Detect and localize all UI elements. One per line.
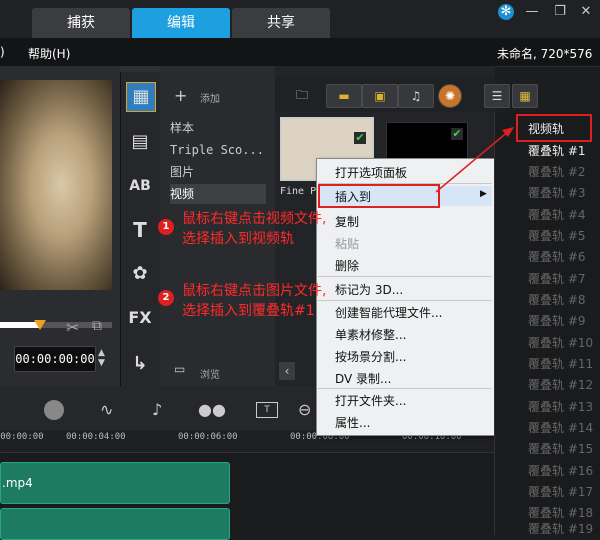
menu-item-mark-3d[interactable]: 标记为 3D... (335, 281, 403, 298)
folder-item-selected[interactable]: 视频 (170, 184, 266, 204)
menu-item-open-options[interactable]: 打开选项面板 (335, 164, 407, 181)
graphic-icon[interactable]: ✿ (126, 260, 154, 288)
menu-item-smart-proxy[interactable]: 创建智能代理文件... (335, 304, 442, 321)
video-clip[interactable] (0, 462, 230, 504)
menu-item-open-folder[interactable]: 打开文件夹... (335, 392, 406, 409)
close-icon[interactable]: ✕ (578, 4, 594, 20)
media-icon[interactable]: ▦ (126, 82, 156, 112)
ruler-tick: 00:00:00:00 (0, 432, 44, 442)
tab-capture[interactable]: 捕获 (32, 8, 130, 38)
submenu-item-overlay-track[interactable]: 覆叠轨 #12 (528, 376, 593, 393)
submenu-item-overlay-track[interactable]: 覆叠轨 #3 (528, 184, 586, 201)
scroll-left-icon[interactable]: ‹ (279, 362, 295, 380)
step-badge: 2 (158, 290, 174, 306)
restore-icon[interactable]: ❐ (552, 4, 568, 20)
folder-item[interactable]: 样本 (170, 118, 266, 138)
add-icon[interactable]: + (174, 86, 187, 105)
settings-icon[interactable]: ✻ (498, 4, 514, 20)
folder-icon[interactable]: 🗀 (290, 84, 314, 106)
auto-music-icon[interactable]: ♪ (152, 400, 162, 419)
title-ab-icon[interactable]: AB (126, 172, 154, 200)
menu-item-single-trim[interactable]: 单素材修整... (335, 326, 406, 343)
zoom-icon[interactable]: ⊖ (298, 400, 311, 419)
annotation-box-insert-to (318, 184, 440, 208)
transition-icon[interactable]: ▤ (126, 128, 154, 156)
tab-share[interactable]: 共享 (232, 8, 330, 38)
panel-grip[interactable] (120, 66, 160, 72)
minimize-icon[interactable]: — (524, 4, 540, 20)
preview-video-frame (0, 80, 112, 290)
annotation-box-video-track (516, 114, 592, 142)
submenu-item-overlay-track[interactable]: 覆叠轨 #18 (528, 504, 593, 521)
browse-label[interactable]: 浏览 (200, 366, 220, 381)
submenu-item-overlay-track[interactable]: 覆叠轨 #19 (528, 520, 593, 537)
browse-icon[interactable]: ▭ (174, 362, 185, 376)
submenu-item-overlay-track[interactable]: 覆叠轨 #6 (528, 248, 586, 265)
menu-item-delete[interactable]: 删除 (335, 257, 359, 274)
submenu-item-overlay-track[interactable]: 覆叠轨 #15 (528, 440, 593, 457)
ruler-tick: 00:00:06:00 (178, 432, 238, 442)
folder-item[interactable]: 图片 (170, 162, 266, 182)
submenu-item-overlay-track[interactable]: 覆叠轨 #4 (528, 206, 586, 223)
add-label[interactable]: 添加 (200, 90, 220, 105)
submenu-item-overlay-track[interactable]: 覆叠轨 #10 (528, 334, 593, 351)
submenu-item-overlay-track[interactable]: 覆叠轨 #2 (528, 163, 586, 180)
record-icon[interactable] (44, 400, 64, 420)
menu-item-properties[interactable]: 属性... (335, 414, 370, 431)
timecode-display[interactable]: 00:00:00:00 (14, 346, 96, 372)
submenu-item-overlay-track[interactable]: 覆叠轨 #17 (528, 483, 593, 500)
annotation-note: 选择插入到视频轨 (182, 231, 294, 247)
menu-help[interactable]: 帮助(H) (28, 45, 70, 62)
submenu-item-overlay-track[interactable]: 覆叠轨 #7 (528, 270, 586, 287)
menu-item-paste[interactable]: 粘贴 (335, 235, 359, 252)
clip-label: .mp4 (2, 476, 33, 490)
menu-item-dv-record[interactable]: DV 录制... (335, 370, 392, 387)
submenu-item-overlay-track[interactable]: 覆叠轨 #8 (528, 291, 586, 308)
submenu-item-overlay-track[interactable]: 覆叠轨 #16 (528, 462, 593, 479)
check-icon: ✔ (354, 131, 366, 144)
menu-partial-item[interactable]: ) (0, 45, 5, 59)
timecode-stepper-icon[interactable]: ▲ ▼ (98, 348, 105, 368)
annotation-note: 选择插入到覆叠轨#1 (182, 303, 315, 319)
menu-separator (318, 300, 492, 301)
scrub-handle[interactable] (34, 320, 46, 330)
path-icon[interactable]: ↳ (126, 350, 154, 378)
text-t-icon[interactable]: T (126, 216, 154, 244)
annotation-note: 鼠标右键点击视频文件, (182, 211, 327, 227)
menu-separator (318, 276, 492, 277)
video-clip[interactable] (0, 508, 230, 540)
annotation-note: 鼠标右键点击图片文件, (182, 283, 327, 299)
ruler-tick: 00:00:04:00 (66, 432, 126, 442)
list-view-icon[interactable]: ☰ (484, 84, 510, 108)
submenu-item-overlay-track[interactable]: 覆叠轨 #14 (528, 419, 593, 436)
online-media-icon[interactable]: ✺ (438, 84, 462, 108)
step-badge: 1 (158, 219, 174, 235)
submenu-item-overlay-track[interactable]: 覆叠轨 #5 (528, 227, 586, 244)
subtitle-icon[interactable]: T (256, 402, 278, 418)
show-video-icon[interactable]: ▬ (326, 84, 362, 108)
folder-item[interactable]: Triple Sco... (170, 140, 266, 160)
show-photo-icon[interactable]: ▣ (362, 84, 398, 108)
tab-edit[interactable]: 编辑 (132, 8, 230, 38)
thumbnail-view-icon[interactable]: ▦ (512, 84, 538, 108)
submenu-item-overlay-track[interactable]: 覆叠轨 #9 (528, 312, 586, 329)
submenu-item-overlay-track[interactable]: 覆叠轨 #13 (528, 398, 593, 415)
motion-track-icon[interactable]: ●● (198, 400, 226, 419)
menu-bar: ) 帮助(H) 未命名, 720*576 (0, 38, 600, 67)
annotation-arrow (435, 127, 514, 193)
audio-mixer-icon[interactable]: ∿ (100, 400, 113, 419)
menu-item-copy[interactable]: 复制 (335, 213, 359, 230)
show-audio-icon[interactable]: ♫ (398, 84, 434, 108)
submenu-item-overlay-track[interactable]: 覆叠轨 #1 (528, 142, 586, 159)
menu-separator (318, 388, 492, 389)
scissors-icon[interactable]: ✂ (66, 318, 79, 337)
fx-icon[interactable]: FX (126, 304, 154, 332)
submenu-item-overlay-track[interactable]: 覆叠轨 #11 (528, 355, 593, 372)
copy-icon[interactable]: ⧉ (92, 318, 102, 334)
menu-item-split-scene[interactable]: 按场景分割... (335, 348, 406, 365)
project-info: 未命名, 720*576 (497, 47, 593, 61)
